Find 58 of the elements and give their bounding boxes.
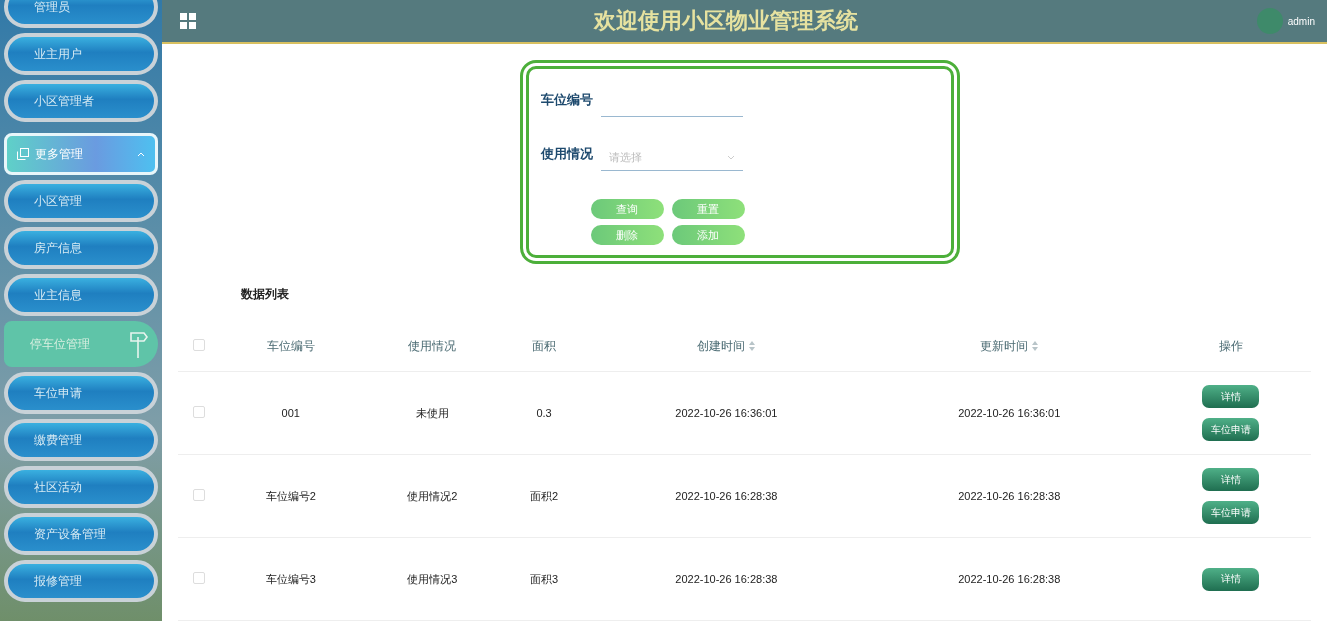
sidebar-item[interactable]: 房产信息 bbox=[4, 227, 158, 269]
row-action-button[interactable]: 详情 bbox=[1202, 385, 1260, 408]
column-header: 更新时间 bbox=[980, 337, 1029, 355]
user-name: admin bbox=[1287, 15, 1315, 27]
chevron-icon bbox=[726, 155, 735, 160]
sidebar-item[interactable]: 缴费管理 bbox=[4, 419, 158, 461]
sidebar-group[interactable]: 更多管理 bbox=[4, 133, 158, 175]
table-cell: 2022-10-26 16:28:38 bbox=[958, 573, 1061, 585]
checkbox[interactable] bbox=[193, 338, 205, 351]
sidebar-item[interactable]: 小区管理者 bbox=[4, 80, 158, 122]
sort-icon[interactable] bbox=[749, 341, 756, 351]
row-action-button[interactable]: 车位申请 bbox=[1202, 501, 1260, 524]
chevron-icon bbox=[137, 151, 145, 157]
sidebar-item[interactable]: 业主用户 bbox=[4, 33, 158, 75]
column-header: 使用情况 bbox=[408, 337, 457, 355]
copy-icon bbox=[17, 148, 29, 160]
table-title: 数据列表 bbox=[241, 286, 290, 303]
grid-menu-icon[interactable] bbox=[180, 13, 196, 29]
checkbox[interactable] bbox=[193, 572, 205, 584]
sort-icon[interactable] bbox=[1032, 341, 1039, 351]
row-action-button[interactable]: 详情 bbox=[1202, 567, 1260, 591]
sidebar-item[interactable]: 管理员 bbox=[4, 0, 158, 28]
app-title: 欢迎使用小区物业管理系统 bbox=[592, 7, 860, 35]
checkbox[interactable] bbox=[193, 489, 205, 501]
table-cell: 使用情况2 bbox=[407, 489, 458, 502]
sidebar-item[interactable]: 车位申请 bbox=[4, 372, 158, 414]
table-cell: 2022-10-26 16:36:01 bbox=[675, 407, 778, 419]
table-cell: 使用情况3 bbox=[407, 572, 458, 585]
row-action-button[interactable]: 车位申请 bbox=[1202, 418, 1260, 441]
table-cell: 2022-10-26 16:28:38 bbox=[958, 490, 1061, 502]
sidebar-item[interactable]: 报修管理 bbox=[4, 560, 158, 602]
table-cell: 0.3 bbox=[536, 407, 552, 419]
sidebar-item[interactable]: 社区活动 bbox=[4, 466, 158, 508]
table-cell: 001 bbox=[281, 407, 300, 419]
table-cell: 2022-10-26 16:28:38 bbox=[675, 573, 778, 585]
table-cell: 面积2 bbox=[529, 489, 559, 502]
table-cell: 未使用 bbox=[415, 406, 449, 419]
action-button[interactable]: 删除 bbox=[590, 225, 664, 245]
column-header: 操作 bbox=[1218, 337, 1243, 355]
table-cell: 2022-10-26 16:36:01 bbox=[958, 407, 1061, 419]
table-cell: 面积3 bbox=[529, 572, 559, 585]
column-header: 车位编号 bbox=[266, 337, 315, 355]
action-button[interactable]: 重置 bbox=[671, 199, 745, 219]
action-button[interactable]: 添加 bbox=[671, 225, 745, 245]
table-cell: 车位编号2 bbox=[265, 489, 316, 502]
checkbox[interactable] bbox=[193, 406, 205, 418]
column-header: 面积 bbox=[532, 337, 557, 355]
table-cell: 2022-10-26 16:28:38 bbox=[675, 490, 778, 502]
signpost-icon bbox=[128, 329, 148, 359]
sidebar-item[interactable]: 业主信息 bbox=[4, 274, 158, 316]
sidebar-item[interactable]: 小区管理 bbox=[4, 180, 158, 222]
table-cell: 车位编号3 bbox=[265, 572, 316, 585]
row-action-button[interactable]: 详情 bbox=[1202, 468, 1260, 491]
action-button[interactable]: 查询 bbox=[590, 199, 664, 219]
field-label: 车位编号 bbox=[540, 91, 593, 109]
column-header: 创建时间 bbox=[697, 337, 746, 355]
field-label: 使用情况 bbox=[540, 145, 593, 163]
sidebar-item[interactable]: 资产设备管理 bbox=[4, 513, 158, 555]
